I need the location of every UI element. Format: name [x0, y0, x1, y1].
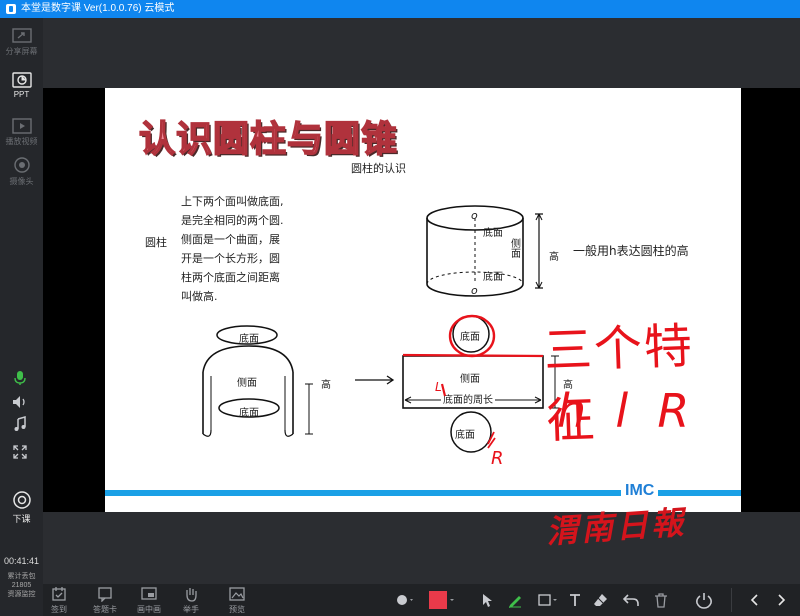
bottom-toolbar: 签到 答题卡 画中画 举手 预览 — [43, 584, 800, 616]
network-stats: 累计丢包 21805 资源监控 — [0, 572, 43, 599]
music-icon[interactable] — [12, 416, 28, 432]
packet-loss-count: 21805 — [11, 582, 32, 589]
toolbar-item-label: 答题卡 — [93, 605, 117, 614]
toolbar-item-preview[interactable]: 预览 — [229, 586, 245, 615]
sidebar-item-label: PPT — [13, 90, 30, 99]
camera-icon — [13, 157, 30, 173]
cylinder-base-bottom: 底面 — [483, 272, 503, 283]
power-off-icon[interactable] — [695, 592, 713, 610]
next-page-icon[interactable] — [773, 592, 789, 608]
watermark-brand: IMC — [621, 482, 659, 500]
toolbar-item-label: 举手 — [183, 605, 199, 614]
slide-subtitle: 圆柱的认识 — [351, 162, 406, 175]
window-title: 本堂是数字课 Ver(1.0.0.76) 云模式 — [21, 3, 175, 14]
ppt-slide[interactable]: 认识圆柱与圆锥 圆柱的认识 圆柱 上下两个面叫做底面, 是完全相同的两个圆. 侧… — [105, 88, 741, 512]
sidebar-item-ppt[interactable]: PPT — [0, 72, 43, 99]
app-logo-icon — [6, 4, 16, 14]
toolbar-item-label: 预览 — [229, 605, 245, 614]
pen-icon[interactable] — [507, 592, 523, 608]
eraser-icon[interactable] — [593, 592, 609, 608]
slide-title: 认识圆柱与圆锥 — [138, 118, 399, 161]
power-icon — [12, 491, 31, 509]
description-line: 开是一个长方形，圆 — [181, 252, 280, 265]
previous-page-icon[interactable] — [747, 592, 763, 608]
description-line: 上下两个面叫做底面, — [181, 195, 284, 208]
term-label: 圆柱 — [145, 236, 167, 249]
trash-icon[interactable] — [653, 592, 669, 608]
answer-card-icon — [98, 587, 112, 603]
transform-arrow — [355, 375, 395, 385]
toolbar-item-picture-in-picture[interactable]: 画中画 — [137, 586, 161, 615]
class-timer: 00:41:41 — [3, 556, 40, 566]
description-line: 侧面是一个曲面，展 — [181, 233, 280, 246]
cylinder-o-top: o — [471, 209, 478, 222]
cylinder-base-top: 底面 — [483, 228, 503, 239]
play-video-icon — [11, 118, 32, 134]
sidebar-item-label: 播放视频 — [5, 137, 38, 146]
fullscreen-icon[interactable] — [12, 444, 28, 460]
cylinder-height-label: 高 — [549, 252, 559, 263]
toolbar-item-answer-card[interactable]: 答题卡 — [93, 586, 117, 615]
title-bar: 本堂是数字课 Ver(1.0.0.76) 云模式 — [0, 0, 800, 18]
end-class-button[interactable]: 下课 — [0, 490, 43, 525]
text-tool-icon[interactable] — [567, 592, 583, 608]
cylinder-o-bottom: o — [471, 284, 478, 297]
description-line: 是完全相同的两个圆. — [181, 214, 284, 227]
raise-hand-icon — [186, 588, 197, 602]
resource-monitor-label: 资源监控 — [7, 591, 36, 598]
picture-in-picture-icon — [141, 587, 157, 600]
checkin-icon — [52, 587, 66, 601]
undo-icon[interactable] — [623, 592, 639, 608]
watermark-name: 渭南日報 — [544, 503, 688, 551]
description-block: 上下两个面叫做底面, 是完全相同的两个圆. 侧面是一个曲面，展 开是一个长方形，… — [181, 192, 284, 306]
pen-size-picker-icon[interactable] — [395, 592, 415, 608]
left-sidebar: 分享屏幕 PPT 播放视频 摄像头 下课 — [0, 18, 43, 616]
handwritten-l-mark: L — [435, 380, 442, 394]
height-note: 一般用h表达圆柱的高 — [573, 244, 689, 258]
pointer-icon[interactable] — [479, 592, 495, 608]
microphone-icon[interactable] — [12, 370, 28, 386]
shape-icon[interactable] — [537, 592, 559, 608]
description-line: 柱两个底面之间距离 — [181, 271, 280, 284]
preview-icon — [229, 587, 245, 601]
toolbar-item-label: 画中画 — [137, 605, 161, 614]
sidebar-item-label: 分享屏幕 — [5, 47, 38, 56]
sidebar-item-share-screen[interactable]: 分享屏幕 — [0, 28, 43, 57]
pen-color-picker[interactable] — [429, 591, 455, 609]
sidebar-item-camera[interactable]: 摄像头 — [0, 156, 43, 187]
rolled-side-label: 侧面 — [237, 378, 257, 389]
end-class-label: 下课 — [12, 514, 31, 524]
handwritten-letters: h l R — [557, 384, 690, 438]
toolbar-item-raise-hand[interactable]: 举手 — [183, 586, 199, 615]
handwritten-r-mark: R — [491, 448, 504, 469]
sidebar-item-play-video[interactable]: 播放视频 — [0, 118, 43, 147]
sidebar-item-label: 摄像头 — [9, 177, 34, 186]
rolled-height-label: 高 — [321, 380, 331, 391]
rolled-base-bottom: 底面 — [239, 408, 259, 419]
ppt-icon — [11, 72, 32, 88]
description-line: 叫做高. — [181, 290, 218, 303]
cylinder-side-label: 侧面 — [511, 239, 521, 260]
packet-loss-label: 累计丢包 — [7, 573, 36, 580]
toolbar-item-label: 签到 — [51, 605, 67, 614]
rolled-base-top: 底面 — [239, 334, 259, 345]
toolbar-divider — [731, 588, 732, 612]
toolbar-item-checkin[interactable]: 签到 — [51, 586, 67, 615]
speaker-icon[interactable] — [11, 394, 29, 410]
share-screen-icon — [11, 28, 32, 43]
